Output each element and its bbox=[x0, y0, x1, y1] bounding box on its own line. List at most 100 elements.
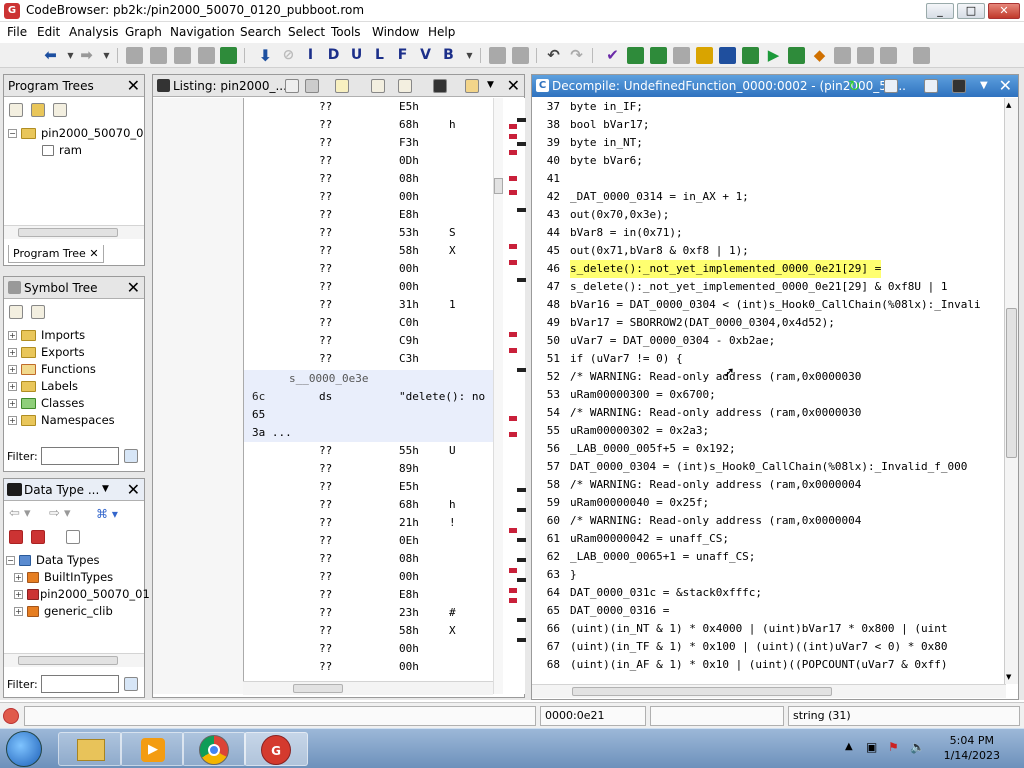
code-line[interactable]: 65 DAT_0000_0316 = bbox=[532, 602, 1006, 620]
menu-file[interactable]: File bbox=[7, 25, 27, 39]
nav-button-3-icon[interactable] bbox=[174, 47, 191, 64]
listing-row[interactable]: ?? 53h S bbox=[244, 224, 498, 242]
field-icon[interactable] bbox=[465, 79, 479, 93]
tool-k-icon[interactable] bbox=[857, 47, 874, 64]
paste-icon[interactable] bbox=[305, 79, 319, 93]
code-line[interactable]: 44 bVar8 = in(0x71); bbox=[532, 224, 1006, 242]
toolbar-letter-l[interactable]: L bbox=[371, 47, 388, 64]
toolbar-letter-d[interactable]: D bbox=[325, 47, 342, 64]
listing-row[interactable]: ?? E5h bbox=[244, 98, 498, 116]
symbol-action-icon[interactable] bbox=[9, 305, 23, 319]
run-icon[interactable]: ▶ bbox=[765, 47, 782, 64]
symbol-tree-labels[interactable]: + Labels bbox=[8, 378, 142, 395]
listing-row[interactable]: ?? 68h h bbox=[244, 496, 498, 514]
toolbar-letter-b[interactable]: B bbox=[440, 47, 457, 64]
listing-row[interactable]: ?? C3h bbox=[244, 350, 498, 368]
menu-tools[interactable]: Tools bbox=[331, 25, 361, 39]
listing-row[interactable]: ?? 58h X bbox=[244, 242, 498, 260]
tab-close-icon[interactable]: ✕ bbox=[89, 247, 98, 260]
filter-options-icon[interactable] bbox=[124, 449, 138, 463]
code-line[interactable]: 37 byte in_IF; bbox=[532, 98, 1006, 116]
code-line[interactable]: 43 out(0x70,0x3e); bbox=[532, 206, 1006, 224]
open-folder-icon[interactable] bbox=[31, 103, 45, 117]
dt-back-arrow-icon[interactable]: ⇦ ▾ bbox=[9, 506, 31, 521]
symbol-tree-namespaces[interactable]: + Namespaces bbox=[8, 412, 142, 429]
back-dropdown-icon[interactable]: ▼ bbox=[62, 47, 79, 64]
start-button[interactable] bbox=[6, 731, 42, 767]
menu-search[interactable]: Search bbox=[240, 25, 281, 39]
tool-l-icon[interactable] bbox=[880, 47, 897, 64]
listing-row[interactable]: ?? C0h bbox=[244, 314, 498, 332]
close-icon[interactable]: ✕ bbox=[127, 278, 140, 297]
taskbar-clock[interactable]: 5:04 PM 1/14/2023 bbox=[944, 733, 1000, 763]
export-icon[interactable] bbox=[924, 79, 938, 93]
listing-hscroll[interactable] bbox=[243, 681, 493, 695]
code-line[interactable]: 54 /* WARNING: Read-only address (ram,0x… bbox=[532, 404, 1006, 422]
redo-icon[interactable]: ↷ bbox=[568, 47, 585, 64]
scroll-thumb[interactable] bbox=[293, 684, 343, 693]
dropdown-icon[interactable]: ▼ bbox=[980, 80, 988, 91]
code-line[interactable]: 60 /* WARNING: Read-only address (ram,0x… bbox=[532, 512, 1006, 530]
close-button[interactable]: ✕ bbox=[988, 3, 1020, 19]
symbol-tree-functions[interactable]: + Functions bbox=[8, 361, 142, 378]
down-arrow-icon[interactable]: ⬇ bbox=[257, 47, 274, 64]
program-tree-hscroll[interactable] bbox=[4, 225, 144, 239]
tree-node-ram[interactable]: ram bbox=[8, 142, 142, 159]
close-icon[interactable]: ✕ bbox=[999, 76, 1012, 95]
data-type-filter-input[interactable] bbox=[41, 675, 119, 693]
scroll-down-icon[interactable]: ▼ bbox=[1006, 673, 1011, 681]
code-line[interactable]: 57 DAT_0000_0304 = (int)s_Hook0_CallChai… bbox=[532, 458, 1006, 476]
code-line[interactable]: 41 bbox=[532, 170, 1006, 188]
listing-string-row[interactable]: 3a ... bbox=[244, 424, 498, 442]
tab-program-tree[interactable]: Program Tree ✕ bbox=[8, 245, 104, 263]
data-types-root[interactable]: − Data Types bbox=[6, 552, 142, 569]
code-line[interactable]: 49 bVar17 = SBORROW2(DAT_0000_0304,0x4d52… bbox=[532, 314, 1006, 332]
collapse-icon[interactable]: − bbox=[6, 556, 15, 565]
close-icon[interactable]: ✕ bbox=[127, 76, 140, 95]
checkmark-icon[interactable]: ✔ bbox=[604, 47, 621, 64]
listing-row[interactable]: ?? 08h bbox=[244, 550, 498, 568]
symbol-filter-input[interactable] bbox=[41, 447, 119, 465]
close-icon[interactable]: ✕ bbox=[507, 76, 520, 95]
code-line[interactable]: 56 _LAB_0000_005f+5 = 0x192; bbox=[532, 440, 1006, 458]
code-line[interactable]: 62 _LAB_0000_0065+1 = unaff_CS; bbox=[532, 548, 1006, 566]
tray-volume-icon[interactable]: 🔈 bbox=[910, 740, 925, 754]
expand-icon[interactable]: + bbox=[8, 348, 17, 357]
code-line[interactable]: 40 byte bVar6; bbox=[532, 152, 1006, 170]
menu-graph[interactable]: Graph bbox=[125, 25, 162, 39]
listing-string-row[interactable]: 65 bbox=[244, 406, 498, 424]
tool-c-icon[interactable] bbox=[627, 47, 644, 64]
code-line[interactable]: 42 _DAT_0000_0314 = in_AX + 1; bbox=[532, 188, 1006, 206]
decompile-hscroll[interactable] bbox=[532, 684, 1006, 698]
tree-node-root[interactable]: − pin2000_50070_0 bbox=[8, 125, 143, 142]
taskbar-explorer[interactable] bbox=[58, 732, 122, 766]
scroll-thumb[interactable] bbox=[494, 178, 503, 194]
listing-row[interactable]: ?? 0Eh bbox=[244, 532, 498, 550]
code-line[interactable]: 58 /* WARNING: Read-only address (ram,0x… bbox=[532, 476, 1006, 494]
listing-row[interactable]: ?? 55h U bbox=[244, 442, 498, 460]
code-line[interactable]: 68 (uint)(in_AF & 1) * 0x10 | (uint)((PO… bbox=[532, 656, 1006, 674]
dt-tool-red-icon[interactable] bbox=[9, 530, 23, 544]
stop-icon[interactable]: ⊘ bbox=[280, 47, 297, 64]
scroll-up-icon[interactable]: ▲ bbox=[1006, 101, 1011, 109]
expand-icon[interactable]: + bbox=[14, 607, 23, 616]
code-line[interactable]: 64 DAT_0000_031c = &stack0xfffc; bbox=[532, 584, 1006, 602]
listing-row[interactable]: ?? 00h bbox=[244, 188, 498, 206]
dropdown-icon[interactable]: ▼ bbox=[102, 484, 109, 494]
listing-row[interactable]: ?? 00h bbox=[244, 278, 498, 296]
code-line[interactable]: 50 uVar7 = DAT_0000_0304 - 0xb2ae; bbox=[532, 332, 1006, 350]
taskbar-media-player[interactable]: ▶ bbox=[120, 732, 184, 766]
tool-g-icon[interactable] bbox=[719, 47, 736, 64]
taskbar-chrome[interactable] bbox=[182, 732, 246, 766]
menu-edit[interactable]: Edit bbox=[37, 25, 60, 39]
nav-button-2-icon[interactable] bbox=[150, 47, 167, 64]
layout-icon[interactable] bbox=[371, 79, 385, 93]
listing-row[interactable]: ?? 58h X bbox=[244, 622, 498, 640]
snapshot-icon[interactable] bbox=[952, 79, 966, 93]
expand-icon[interactable]: + bbox=[8, 382, 17, 391]
menu-analysis[interactable]: Analysis bbox=[69, 25, 118, 39]
code-line[interactable]: 55 uRam00000302 = 0x2a3; bbox=[532, 422, 1006, 440]
scroll-thumb[interactable] bbox=[1006, 308, 1017, 458]
data-types-builtin[interactable]: + BuiltInTypes bbox=[6, 569, 142, 586]
overview-bar[interactable] bbox=[505, 98, 526, 694]
